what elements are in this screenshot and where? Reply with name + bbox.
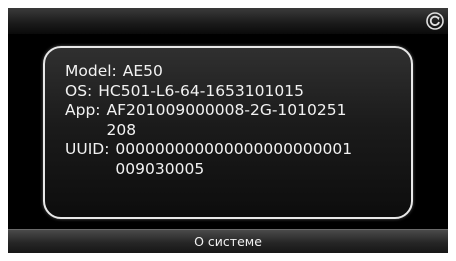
- app-label: App:: [65, 101, 101, 119]
- uuid-row: UUID: 000000000000000000000001 009030005: [65, 140, 405, 179]
- model-value: AE50: [122, 62, 163, 80]
- os-label: OS:: [65, 81, 93, 100]
- system-info-panel: Model: AE50 OS: HC501-L6-64-1653101015 A…: [43, 46, 413, 219]
- model-label: Model:: [65, 62, 117, 80]
- footer-bar: О системе: [8, 229, 448, 253]
- os-value: HC501-L6-64-1653101015: [98, 81, 304, 100]
- system-info-text: Model: AE50 OS: HC501-L6-64-1653101015 A…: [65, 62, 405, 179]
- top-bar: [8, 8, 448, 34]
- model-row: Model: AE50: [65, 62, 405, 82]
- os-row: OS: HC501-L6-64-1653101015: [65, 82, 405, 102]
- device-screen: Model: AE50 OS: HC501-L6-64-1653101015 A…: [8, 8, 448, 253]
- footer-title: О системе: [194, 234, 262, 249]
- uuid-value: 000000000000000000000001 009030005: [115, 140, 353, 178]
- app-value: AF201009000008-2G-1010251 208: [106, 101, 347, 139]
- refresh-icon: [426, 12, 444, 30]
- app-row: App: AF201009000008-2G-1010251 208: [65, 101, 405, 140]
- uuid-label: UUID:: [65, 140, 110, 158]
- refresh-button[interactable]: [424, 10, 446, 32]
